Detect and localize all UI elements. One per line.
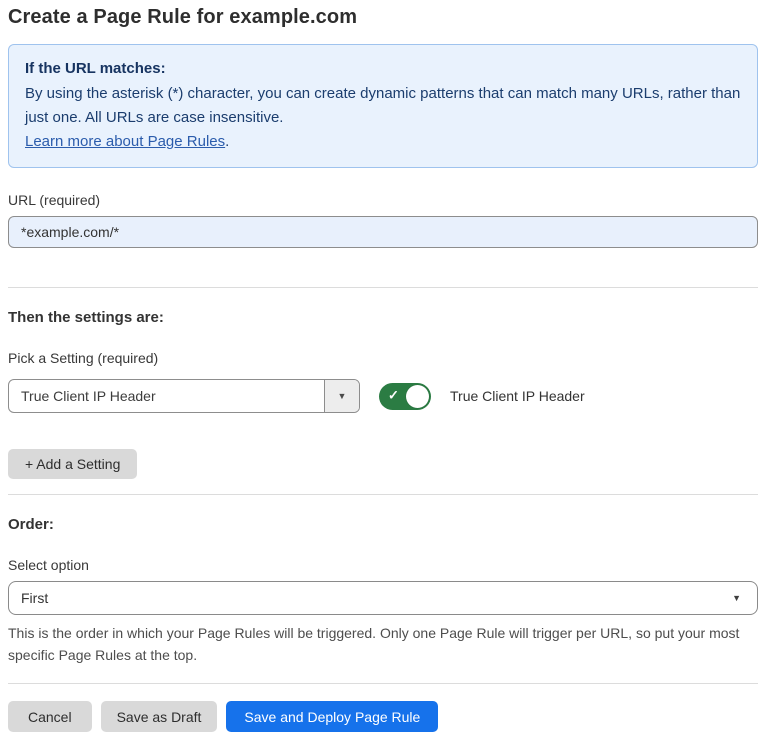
chevron-down-icon[interactable]: ▼	[324, 380, 359, 412]
info-box-heading: If the URL matches:	[25, 57, 741, 81]
add-setting-button[interactable]: + Add a Setting	[8, 449, 137, 479]
setting-picker-value: True Client IP Header	[9, 380, 324, 412]
order-help-text: This is the order in which your Page Rul…	[8, 622, 748, 666]
link-period: .	[225, 133, 229, 150]
toggle-knob	[406, 385, 429, 408]
check-icon: ✓	[388, 388, 399, 404]
setting-toggle-label: True Client IP Header	[450, 388, 585, 404]
url-input[interactable]	[8, 216, 758, 248]
learn-more-link[interactable]: Learn more about Page Rules	[25, 133, 225, 150]
footer-divider	[8, 683, 758, 684]
settings-section-heading: Then the settings are:	[8, 309, 758, 326]
setting-picker-dropdown[interactable]: True Client IP Header ▼	[8, 379, 360, 413]
info-box-link-line: Learn more about Page Rules.	[25, 130, 741, 154]
save-and-deploy-button[interactable]: Save and Deploy Page Rule	[226, 701, 438, 732]
save-as-draft-button[interactable]: Save as Draft	[101, 701, 218, 732]
cancel-button[interactable]: Cancel	[8, 701, 92, 732]
setting-toggle[interactable]: ✓	[379, 383, 431, 410]
page-title: Create a Page Rule for example.com	[8, 6, 758, 29]
info-box-body: By using the asterisk (*) character, you…	[25, 82, 741, 130]
order-select-label: Select option	[8, 557, 758, 573]
pick-setting-label: Pick a Setting (required)	[8, 350, 758, 366]
section-divider	[8, 494, 758, 495]
footer-actions: Cancel Save as Draft Save and Deploy Pag…	[8, 701, 758, 732]
section-divider	[8, 287, 758, 288]
chevron-down-icon: ▼	[732, 593, 741, 603]
setting-row: True Client IP Header ▼ ✓ True Client IP…	[8, 379, 758, 413]
url-match-info-box: If the URL matches: By using the asteris…	[8, 44, 758, 168]
order-select-dropdown[interactable]: First ▼	[8, 581, 758, 615]
order-select-value: First	[21, 590, 48, 606]
order-section-heading: Order:	[8, 516, 758, 533]
create-page-rule-panel: Create a Page Rule for example.com If th…	[0, 0, 769, 732]
url-field-label: URL (required)	[8, 192, 758, 208]
